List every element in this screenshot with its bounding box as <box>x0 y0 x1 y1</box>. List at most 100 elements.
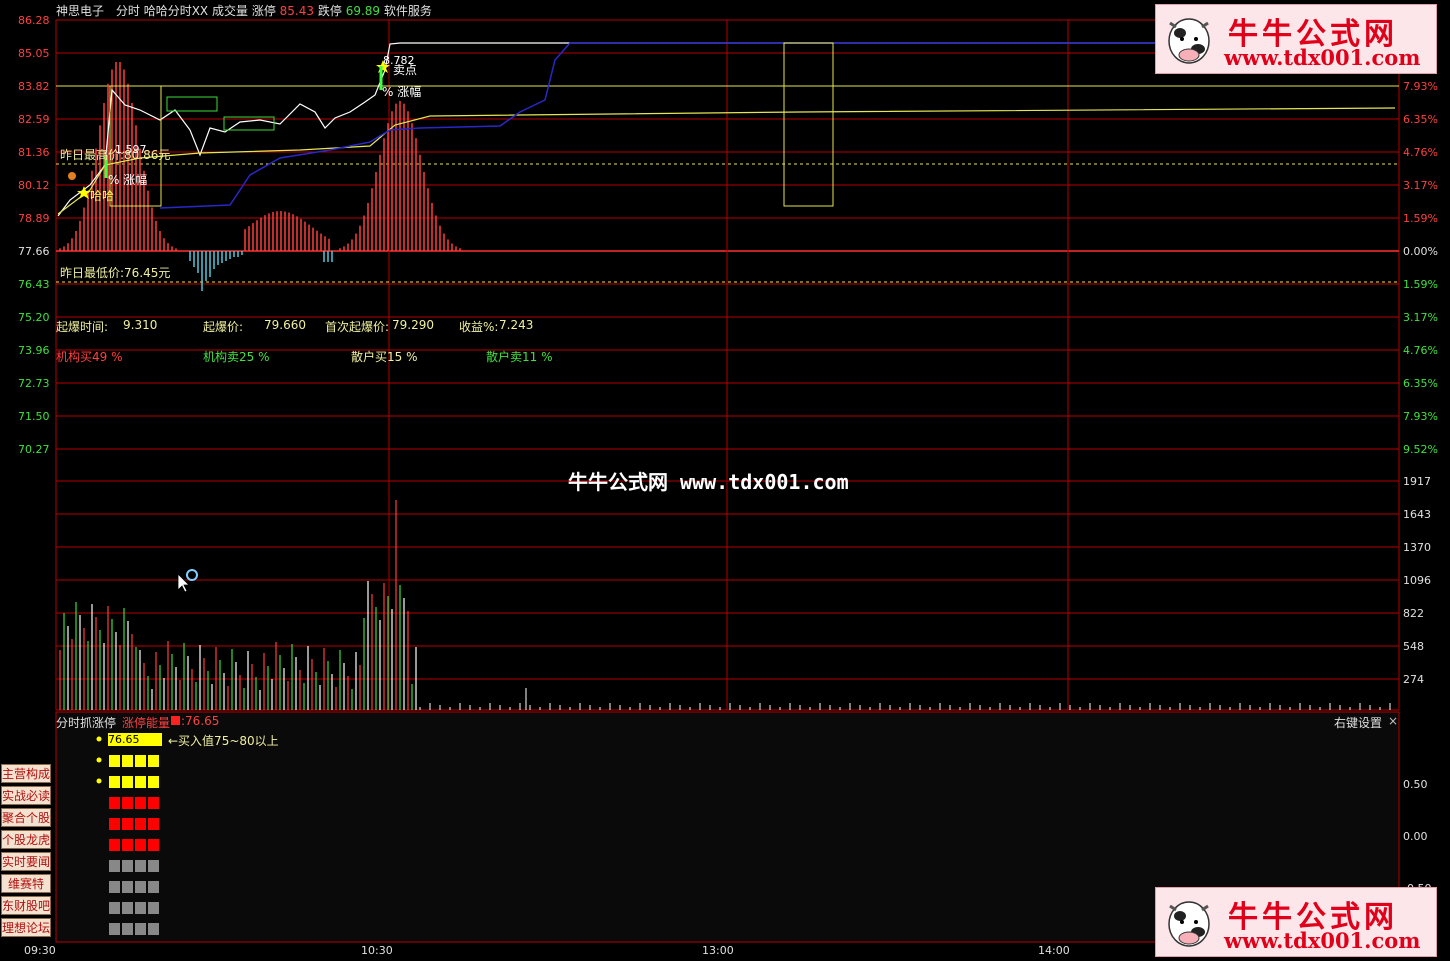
burst-price-value: 79.660 <box>264 318 306 332</box>
energy-square <box>109 818 120 830</box>
percent-tick: 4.76% <box>1403 146 1438 159</box>
energy-square <box>122 881 133 893</box>
early-value-label: 1.597 <box>115 143 147 156</box>
service-link[interactable]: 软件服务 <box>384 4 432 18</box>
sidebar-item-stock-aggregate[interactable]: 聚合个股 <box>1 808 51 827</box>
energy-square <box>122 776 133 788</box>
energy-square <box>135 797 146 809</box>
burst-box <box>783 42 834 207</box>
percent-tick: 6.35% <box>1403 113 1438 126</box>
volume-tick: 1917 <box>1403 475 1431 488</box>
volume-tick: 1096 <box>1403 574 1431 587</box>
volume-tick: 548 <box>1403 640 1424 653</box>
energy-square <box>122 839 133 851</box>
energy-square <box>148 776 159 788</box>
energy-square <box>135 755 146 767</box>
energy-square <box>135 818 146 830</box>
sidebar-item-guba[interactable]: 东财股吧 <box>1 896 51 915</box>
energy-square <box>148 902 159 914</box>
haha-label: 哈哈 <box>90 189 115 203</box>
watermark-url: www.tdx001.com <box>1224 928 1421 953</box>
cow-icon <box>1168 901 1210 947</box>
settings-link[interactable]: 右键设置 <box>1334 714 1382 731</box>
percent-tick: 3.17% <box>1403 311 1438 324</box>
sub-axis-tick: 0.50 <box>1403 778 1428 791</box>
sub-panel-title[interactable]: 分时抓涨停 <box>56 714 116 731</box>
percent-tick: 0.00% <box>1403 245 1438 258</box>
price-tick: 83.82 <box>18 80 50 93</box>
burst-time-value: 9.310 <box>123 318 158 332</box>
price-tick: 75.20 <box>18 311 50 324</box>
price-tick: 80.12 <box>18 179 50 192</box>
sidebar-item-must-read[interactable]: 实战必读 <box>1 786 51 805</box>
energy-square <box>109 755 120 767</box>
energy-square <box>109 776 120 788</box>
energy-square <box>135 860 146 872</box>
energy-square <box>122 818 133 830</box>
cow-icon <box>1168 18 1210 64</box>
signal-box <box>166 96 218 112</box>
energy-swatch <box>171 716 180 725</box>
energy-square <box>135 923 146 935</box>
energy-square <box>109 902 120 914</box>
energy-square <box>148 818 159 830</box>
limit-up-value: 85.43 <box>279 4 315 18</box>
limit-down-value: 69.89 <box>345 4 381 18</box>
energy-square <box>122 860 133 872</box>
inst-buy: 机构买49 % <box>56 350 123 364</box>
price-tick: 77.66 <box>18 245 50 258</box>
volume-tick: 822 <box>1403 607 1424 620</box>
buy-hint: ←买入值75~80以上 <box>168 734 279 748</box>
price-tick: 86.28 <box>18 14 50 27</box>
limit-down-label: 跌停 <box>317 4 342 18</box>
energy-square <box>148 755 159 767</box>
close-icon[interactable]: × <box>1388 714 1398 728</box>
sub-axis-tick: 0.00 <box>1403 830 1428 843</box>
price-tick: 78.89 <box>18 212 50 225</box>
sell-pct-label: % 涨幅 <box>382 85 422 99</box>
price-tick: 85.05 <box>18 47 50 60</box>
energy-square <box>148 797 159 809</box>
first-burst-value: 79.290 <box>392 318 434 332</box>
energy-value-box: 76.65 <box>108 733 162 746</box>
price-tick: 82.59 <box>18 113 50 126</box>
energy-square <box>122 797 133 809</box>
row-bullet <box>96 736 102 742</box>
percent-tick: 6.35% <box>1403 377 1438 390</box>
time-tick: 10:30 <box>361 944 393 957</box>
retail-sell: 散户卖11 % <box>486 350 553 364</box>
start-dot <box>68 172 76 180</box>
limit-up-label: 涨停 <box>251 4 276 18</box>
prev-low-label: 昨日最低价:76.45元 <box>60 266 171 280</box>
energy-square <box>122 755 133 767</box>
sidebar-item-news[interactable]: 实时要闻 <box>1 852 51 871</box>
sidebar-item-main-business[interactable]: 主营构成 <box>1 764 51 783</box>
first-burst-label: 首次起爆价: <box>325 320 390 334</box>
energy-square <box>135 902 146 914</box>
energy-square <box>122 923 133 935</box>
percent-tick: 9.52% <box>1403 443 1438 456</box>
energy-square <box>135 839 146 851</box>
title-bar: 神思电子 分时 哈哈分时XX 成交量 涨停 85.43 跌停 69.89 软件服… <box>56 2 432 19</box>
mode-label[interactable]: 分时 <box>116 4 140 18</box>
retail-buy: 散户买15 % <box>351 350 418 364</box>
sidebar-item-weisaite[interactable]: 维赛特10 <box>1 874 51 910</box>
energy-square <box>109 860 120 872</box>
energy-square <box>148 839 159 851</box>
energy-square <box>109 881 120 893</box>
early-pct-label: % 涨幅 <box>108 173 148 187</box>
percent-tick: 1.59% <box>1403 212 1438 225</box>
energy-value: :76.65 <box>181 714 220 728</box>
energy-label: 涨停能量 <box>122 716 171 730</box>
star-icon <box>77 186 91 199</box>
volume-tick: 1370 <box>1403 541 1431 554</box>
row-bullet <box>96 757 102 763</box>
sidebar-item-dragon-tiger[interactable]: 个股龙虎 <box>1 830 51 849</box>
indicator-name[interactable]: 哈哈分时XX <box>144 4 208 18</box>
profit-value: 7.243 <box>499 318 534 332</box>
percent-tick: 7.93% <box>1403 410 1438 423</box>
energy-square <box>122 902 133 914</box>
sidebar-item-forum[interactable]: 理想论坛 <box>1 918 51 937</box>
stock-name[interactable]: 神思电子 <box>56 4 104 18</box>
time-tick: 09:30 <box>24 944 56 957</box>
